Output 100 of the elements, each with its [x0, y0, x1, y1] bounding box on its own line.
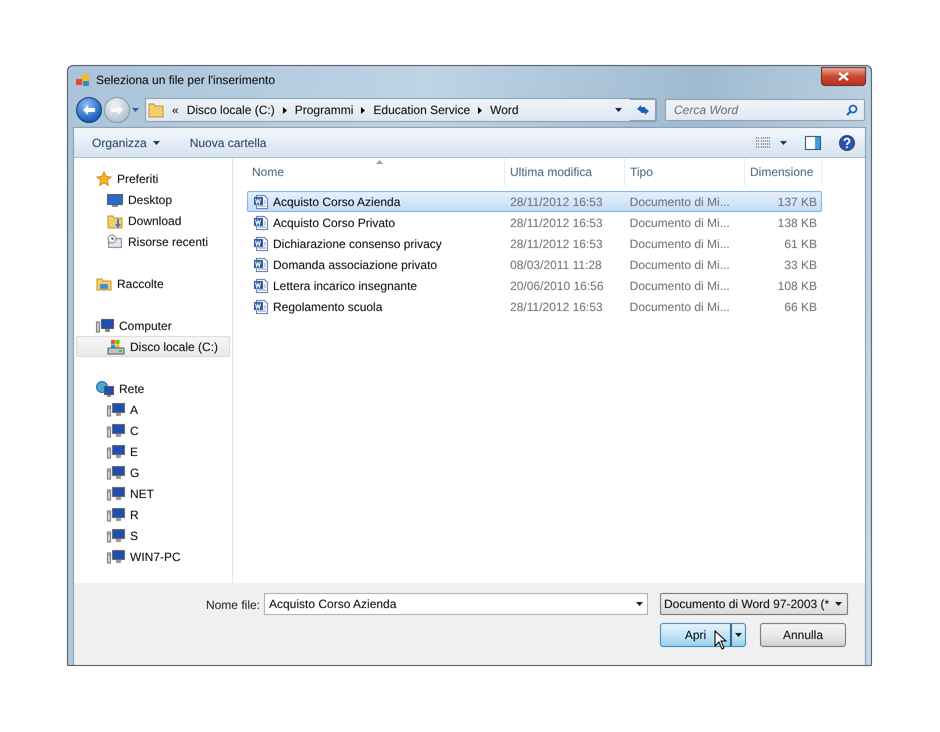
- download-folder-icon: [107, 212, 123, 228]
- close-icon: [838, 72, 849, 80]
- back-button[interactable]: [76, 97, 102, 123]
- search-input[interactable]: Cerca Word: [672, 102, 846, 118]
- file-type-dropdown[interactable]: Documento di Word 97-2003 (*: [660, 593, 848, 615]
- file-type: Documento di Mi...: [628, 236, 731, 250]
- breadcrumb[interactable]: Disco locale (C:): [186, 103, 275, 117]
- computer-icon: [107, 506, 125, 522]
- sort-ascending-icon: [376, 160, 382, 164]
- refresh-button[interactable]: [630, 99, 656, 121]
- cancel-button[interactable]: Annulla: [760, 623, 846, 647]
- recent-places-icon: [107, 234, 123, 250]
- organize-menu[interactable]: Organizza: [92, 132, 160, 152]
- file-size: 33 KB: [783, 258, 818, 272]
- sidebar-item[interactable]: R: [76, 504, 230, 525]
- sidebar-item[interactable]: Desktop: [76, 189, 230, 210]
- word-document-icon: [253, 194, 269, 210]
- filename-field[interactable]: Acquisto Corso Azienda: [264, 593, 648, 615]
- word-document-icon: [253, 298, 269, 314]
- file-row[interactable]: Acquisto Corso Privato 28/11/2012 16:53 Documento di Mi... 138 KB: [247, 212, 822, 233]
- sidebar-item[interactable]: Risorse recenti: [76, 231, 230, 252]
- view-options-button[interactable]: [756, 136, 787, 148]
- modified-date: 28/11/2012 16:53: [509, 194, 604, 208]
- caret-icon: [615, 108, 622, 112]
- modified-date: 28/11/2012 16:53: [509, 300, 604, 314]
- file-name: Domanda associazione privato: [273, 258, 438, 272]
- network-icon: [96, 380, 114, 396]
- sidebar-item[interactable]: E: [76, 441, 230, 462]
- file-size: 138 KB: [776, 216, 818, 230]
- sidebar-item[interactable]: Download: [76, 210, 230, 231]
- computer-icon: [107, 422, 125, 438]
- computer-icon: [107, 548, 125, 564]
- file-type: Documento di Mi...: [628, 194, 731, 208]
- file-size: 137 KB: [776, 194, 818, 208]
- file-row[interactable]: Dichiarazione consenso privacy 28/11/2012 16:53 Documento di Mi... 61 KB: [247, 233, 822, 254]
- app-icon: [76, 73, 90, 87]
- window-title: Seleziona un file per l'inserimento: [96, 73, 276, 87]
- list-view-icon: [756, 136, 772, 148]
- open-button[interactable]: Apri: [660, 623, 746, 647]
- sidebar-item[interactable]: S: [76, 525, 230, 546]
- modified-date: 28/11/2012 16:53: [509, 236, 604, 250]
- computer-icon: [107, 464, 125, 480]
- chevron-right-icon: [282, 106, 287, 114]
- modified-date: 28/11/2012 16:53: [509, 216, 604, 230]
- file-type: Documento di Mi...: [628, 278, 731, 292]
- file-size: 108 KB: [776, 278, 818, 292]
- close-button[interactable]: [821, 66, 866, 86]
- preview-pane-button[interactable]: [805, 136, 821, 150]
- star-icon: [96, 170, 112, 186]
- arrow-left-icon: [82, 104, 96, 116]
- caret-icon: [835, 602, 842, 606]
- library-folder-icon: [96, 276, 112, 292]
- column-header[interactable]: Nome: [247, 158, 505, 186]
- computer-icon: [107, 402, 125, 418]
- filename-label: Nome file:: [206, 598, 261, 612]
- file-row[interactable]: Acquisto Corso Azienda 28/11/2012 16:53 Documento di Mi... 137 KB: [247, 191, 822, 212]
- file-row[interactable]: Lettera incarico insegnante 20/06/2010 16:56 Documento di Mi... 108 KB: [247, 275, 822, 296]
- chevron-right-icon: [361, 106, 366, 114]
- sidebar-item[interactable]: Computer: [76, 315, 230, 336]
- file-size: 66 KB: [783, 300, 818, 314]
- sidebar-item[interactable]: NET: [76, 483, 230, 504]
- file-row[interactable]: Domanda associazione privato 08/03/2011 11:28 Documento di Mi... 33 KB: [247, 254, 822, 275]
- file-row[interactable]: Regolamento scuola 28/11/2012 16:53 Documento di Mi... 66 KB: [247, 296, 822, 317]
- file-type: Documento di Mi...: [628, 258, 731, 272]
- sidebar-item[interactable]: A: [76, 399, 230, 420]
- column-header[interactable]: Dimensione: [745, 158, 822, 186]
- file-name: Regolamento scuola: [273, 300, 382, 314]
- caret-icon: [636, 602, 643, 606]
- folder-icon: [148, 102, 164, 118]
- sidebar-item[interactable]: WIN7-PC: [76, 546, 230, 567]
- column-header[interactable]: Ultima modifica: [505, 158, 625, 186]
- sidebar-item[interactable]: G: [76, 462, 230, 483]
- computer-icon: [96, 318, 114, 334]
- drive-icon: [107, 338, 125, 354]
- breadcrumb[interactable]: Word: [490, 103, 519, 117]
- sidebar-item[interactable]: Preferiti: [76, 168, 230, 189]
- new-folder-button[interactable]: Nuova cartella: [190, 132, 266, 152]
- sidebar-item[interactable]: Disco locale (C:): [76, 336, 230, 357]
- monitor-icon: [107, 192, 123, 206]
- breadcrumb[interactable]: Education Service: [373, 103, 470, 117]
- chevron-right-icon: [478, 106, 482, 114]
- file-name: Dichiarazione consenso privacy: [273, 236, 442, 250]
- modified-date: 20/06/2010 16:56: [509, 278, 604, 292]
- file-type: Documento di Mi...: [628, 216, 731, 230]
- address-bar[interactable]: « Disco locale (C:) Programmi Education Service Word: [145, 98, 657, 122]
- help-button[interactable]: [839, 134, 855, 150]
- sidebar-item[interactable]: Rete: [76, 378, 230, 399]
- breadcrumb[interactable]: Programmi: [294, 103, 354, 117]
- word-document-icon: [253, 236, 269, 252]
- sidebar-item[interactable]: Raccolte: [76, 273, 230, 294]
- column-header[interactable]: Tipo: [625, 158, 745, 186]
- modified-date: 08/03/2011 11:28: [509, 258, 603, 272]
- sidebar-item[interactable]: C: [76, 420, 230, 441]
- search-field[interactable]: Cerca Word: [665, 99, 865, 121]
- caret-icon: [780, 140, 787, 144]
- history-dropdown[interactable]: [132, 108, 139, 112]
- overflow-chevron[interactable]: «: [172, 103, 179, 117]
- refresh-icon: [636, 103, 650, 117]
- file-name: Lettera incarico insegnante: [273, 278, 418, 292]
- caret-icon: [735, 633, 742, 637]
